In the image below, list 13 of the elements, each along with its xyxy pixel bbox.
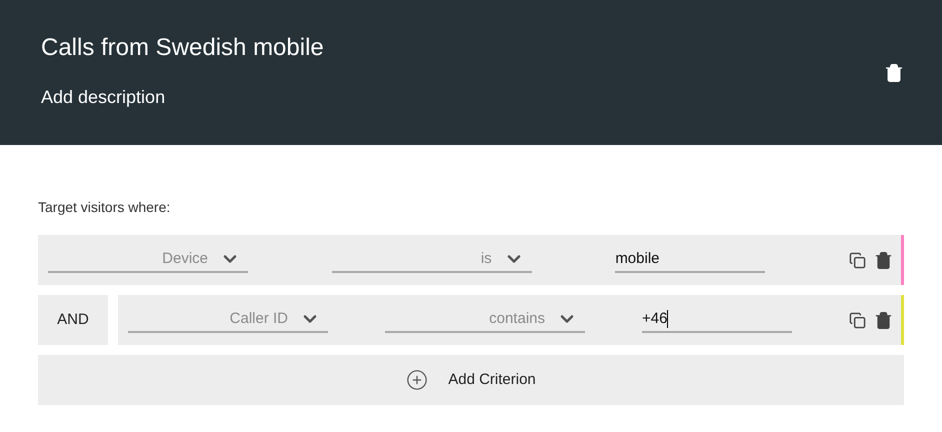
delete-icon[interactable]	[874, 310, 893, 330]
add-criterion-button[interactable]: Add Criterion	[38, 355, 904, 405]
copy-icon[interactable]	[848, 252, 866, 268]
copy-icon[interactable]	[849, 312, 866, 328]
plus-circle-icon	[406, 369, 428, 391]
value-field[interactable]: +46	[642, 307, 792, 333]
value-field[interactable]: mobile	[615, 247, 766, 273]
segment-title[interactable]: Calls from Swedish mobile	[41, 30, 324, 66]
criteria-label: Target visitors where:	[38, 198, 172, 217]
connector-label[interactable]: AND	[38, 295, 108, 345]
delete-icon[interactable]	[874, 250, 893, 270]
description-field[interactable]: Add description	[41, 84, 324, 111]
delete-icon[interactable]	[884, 62, 904, 82]
